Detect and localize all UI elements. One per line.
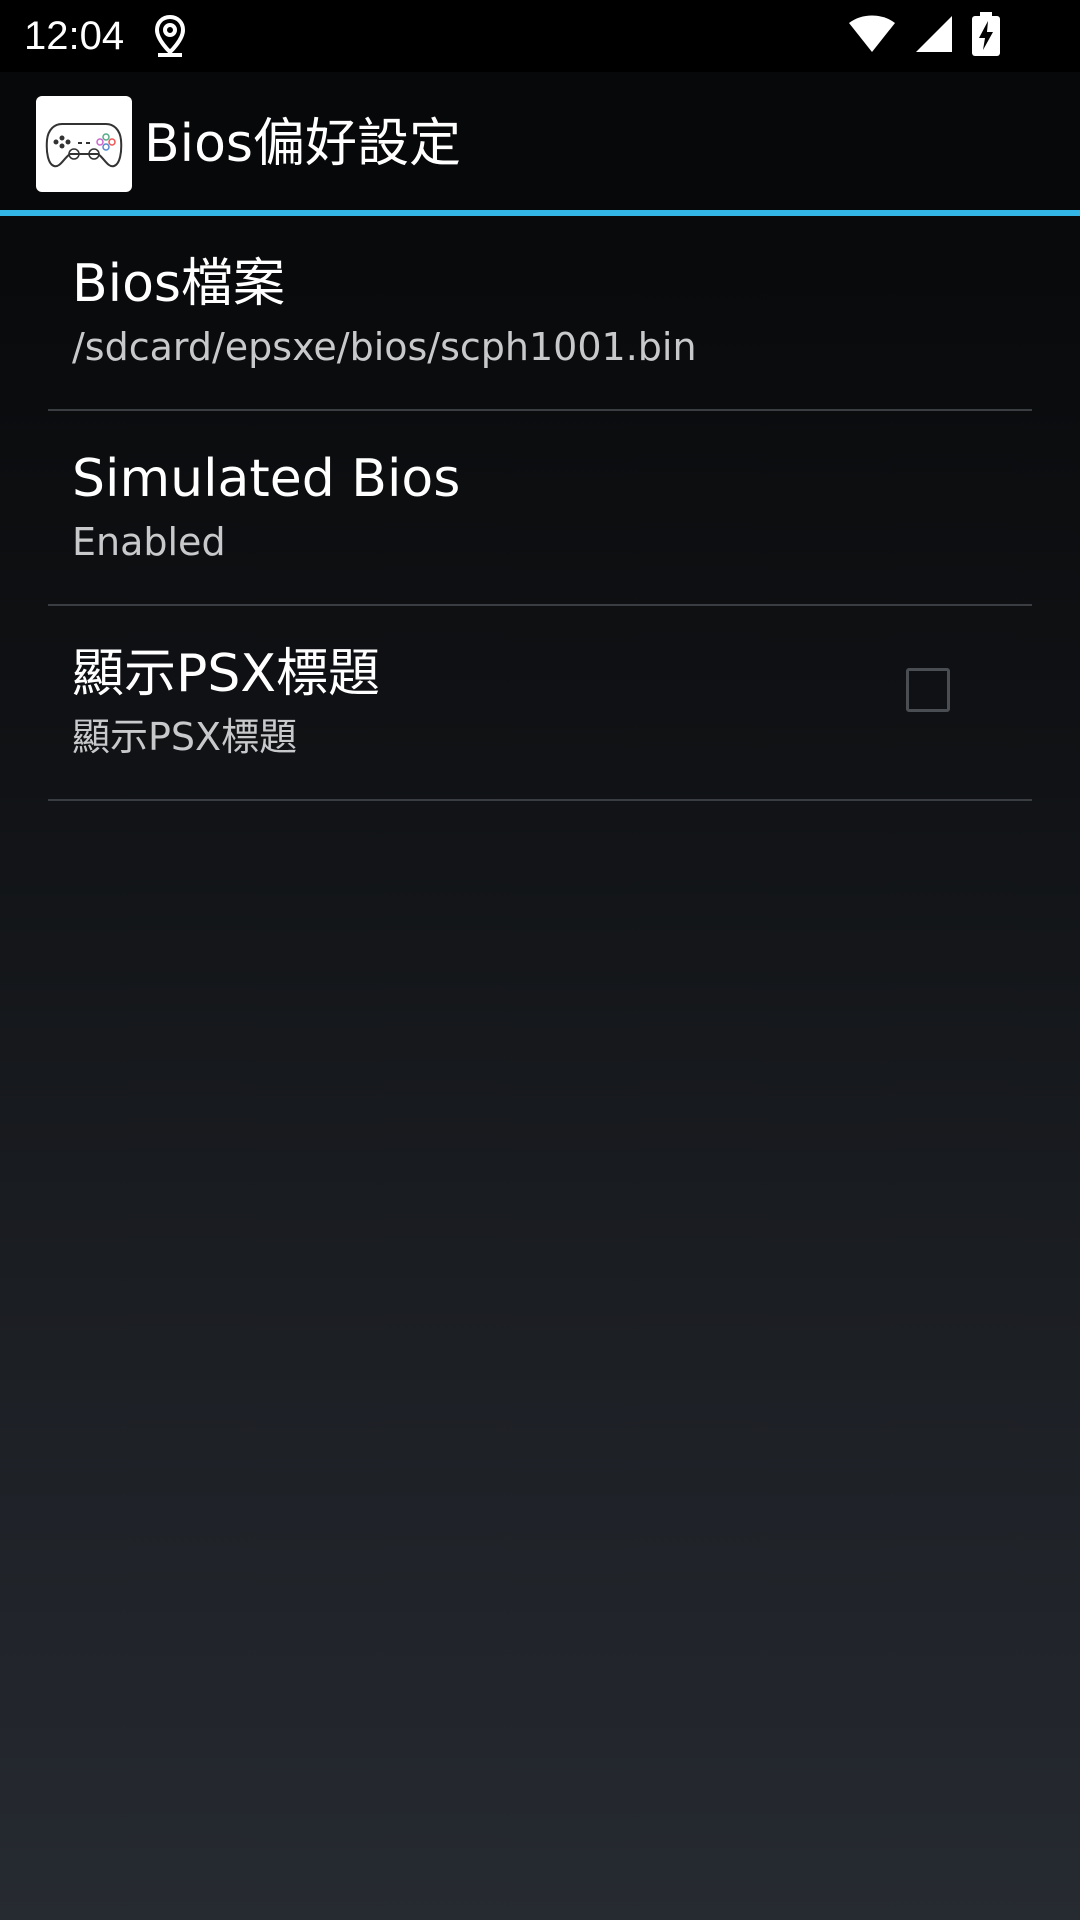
status-icons (848, 12, 1000, 60)
show-psx-title-checkbox[interactable] (906, 668, 950, 712)
pref-summary: /sdcard/epsxe/bios/scph1001.bin (72, 325, 697, 369)
page-title: Bios偏好設定 (144, 114, 462, 174)
pref-title: 顯示PSX標題 (72, 644, 380, 704)
signal-icon (914, 14, 954, 58)
gamepad-icon[interactable] (36, 96, 132, 192)
status-time: 12:04 (24, 14, 125, 58)
pref-bios-file[interactable]: Bios檔案 /sdcard/epsxe/bios/scph1001.bin (48, 216, 1032, 411)
location-icon (152, 14, 188, 58)
pref-show-psx-title[interactable]: 顯示PSX標題 顯示PSX標題 (48, 606, 1032, 801)
preference-list: Bios檔案 /sdcard/epsxe/bios/scph1001.bin S… (48, 216, 1032, 801)
pref-summary: 顯示PSX標題 (72, 715, 298, 759)
battery-charging-icon (972, 12, 1000, 60)
pref-title: Bios檔案 (72, 254, 286, 314)
pref-simulated-bios[interactable]: Simulated Bios Enabled (48, 411, 1032, 606)
pref-summary: Enabled (72, 520, 226, 564)
status-bar: 12:04 (0, 0, 1080, 72)
pref-title: Simulated Bios (72, 449, 461, 509)
wifi-icon (848, 14, 896, 58)
action-bar: Bios偏好設定 (0, 72, 1080, 210)
